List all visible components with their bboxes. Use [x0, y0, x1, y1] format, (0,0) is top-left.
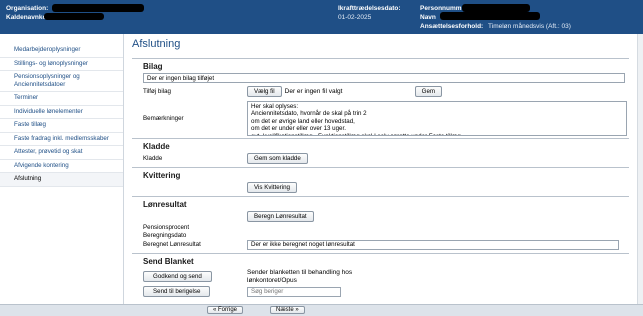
redacted-person — [462, 4, 530, 12]
employment-label: Ansættelsesforhold: — [420, 23, 484, 30]
kvittering-row: Vis Kvittering — [143, 182, 629, 193]
redacted-account — [44, 13, 104, 20]
sidebar-item-medarbejderoplysninger[interactable]: Medarbejderoplysninger — [0, 44, 123, 58]
next-button[interactable]: Næste » — [270, 306, 305, 314]
choose-file-button[interactable]: Vælg fil — [247, 86, 282, 97]
org-label: Organisation: — [6, 5, 49, 12]
effective-value: 01-02-2025 — [338, 14, 372, 21]
save-draft-button[interactable]: Gem som kladde — [247, 153, 308, 164]
page-title: Afslutning — [132, 38, 181, 50]
show-receipt-button[interactable]: Vis Kvittering — [247, 182, 297, 193]
sidebar-item-afvigende-kontering[interactable]: Afvigende kontering — [0, 160, 123, 173]
send-to-approver-button[interactable]: Send til berigelse — [143, 286, 211, 297]
sidebar-item-pensionsoplysninger[interactable]: Pensionsoplysninger og Anciennitetsdatoe… — [0, 71, 123, 92]
result-label: Beregnet Lønresultat — [143, 241, 201, 248]
remarks-row: Bemærkninger Her skal oplyses: Anciennit… — [143, 100, 629, 136]
footer-nav: « Forrige Næste » — [0, 304, 643, 316]
effective-label: Ikrafttrædelsesdato: — [338, 5, 401, 12]
calc-date-label: Beregningsdato — [143, 231, 187, 239]
approver-row: Send til berigelse — [143, 285, 629, 298]
previous-button[interactable]: « Forrige — [207, 306, 244, 314]
calc-date-row: Beregningsdato — [143, 231, 629, 239]
sidebar-item-attester[interactable]: Attester, prøvetid og skat — [0, 146, 123, 160]
approver-button-cell: Send til berigelse — [143, 286, 247, 297]
main-content: Afslutning Bilag Tilføj bilag Vælg fil D… — [126, 34, 637, 304]
calculate-salary-button[interactable]: Beregn Lønresultat — [247, 211, 314, 222]
send-section: Send Blanket Godkend og send Sender blan… — [132, 253, 629, 301]
kladde-row: Kladde Gem som kladde — [143, 153, 629, 164]
sidebar-item-afslutning[interactable]: Afslutning — [0, 173, 123, 187]
loenresultat-section: Lønresultat Beregn Lønresultat Pensionsp… — [132, 196, 629, 253]
pension-row: Pensionsprocent — [143, 223, 629, 231]
approve-text: Sender blanketten til behandling hos løn… — [247, 269, 353, 284]
result-field — [247, 239, 619, 250]
kladde-heading: Kladde — [143, 142, 170, 151]
top-header: Organisation: Kaldenavnkort: Ikrafttræde… — [0, 0, 643, 34]
approve-row: Godkend og send Sender blanketten til be… — [143, 268, 629, 285]
add-bilag-row: Tilføj bilag Vælg fil Der er ingen fil v… — [143, 86, 629, 97]
no-file-text: Der er ingen fil valgt — [284, 88, 343, 95]
approve-button-cell: Godkend og send — [143, 271, 247, 282]
kvittering-heading: Kvittering — [143, 171, 181, 180]
approver-search-input[interactable] — [247, 286, 341, 297]
sidebar-item-faste-tillaeg[interactable]: Faste tillæg — [0, 119, 123, 133]
result-row: Beregnet Lønresultat — [143, 239, 629, 250]
sidebar-nav: Medarbejderoplysninger Stillings- og løn… — [0, 34, 124, 304]
remarks-textarea[interactable]: Her skal oplyses: Anciennitetsdato, hvor… — [247, 100, 627, 136]
approve-send-button[interactable]: Godkend og send — [143, 271, 212, 282]
bilag-heading: Bilag — [143, 62, 163, 71]
kladde-label: Kladde — [143, 155, 163, 162]
kvittering-section: Kvittering Vis Kvittering — [132, 167, 629, 196]
pension-label: Pensionsprocent — [143, 223, 190, 231]
header-middle: Ikrafttrædelsesdato: 01-02-2025 — [338, 4, 401, 22]
calc-row: Beregn Lønresultat — [143, 211, 629, 222]
redacted-org — [52, 4, 144, 12]
sidebar-item-faste-fradrag[interactable]: Faste fradrag inkl. medlemsskaber — [0, 133, 123, 146]
employment-value: Timeløn månedsvis (Aft.: 03) — [488, 23, 571, 30]
kladde-section: Kladde Kladde Gem som kladde — [132, 138, 629, 167]
send-heading: Send Blanket — [143, 257, 194, 266]
vertical-scrollbar[interactable] — [637, 34, 643, 304]
bilag-status-field — [143, 73, 625, 83]
sidebar-item-individuelle-loenelementer[interactable]: Individuelle lønelementer — [0, 106, 123, 119]
save-file-button[interactable]: Gem — [414, 86, 443, 97]
bilag-section: Bilag Tilføj bilag Vælg fil Der er ingen… — [132, 58, 629, 138]
loenresultat-heading: Lønresultat — [143, 200, 187, 209]
remarks-label: Bemærkninger — [143, 114, 184, 122]
redacted-name — [440, 12, 540, 20]
sidebar-item-stillingsoplysninger[interactable]: Stillings- og lønoplysninger — [0, 58, 123, 71]
add-bilag-label: Tilføj bilag — [143, 88, 171, 95]
sidebar-item-terminer[interactable]: Terminer — [0, 92, 123, 106]
